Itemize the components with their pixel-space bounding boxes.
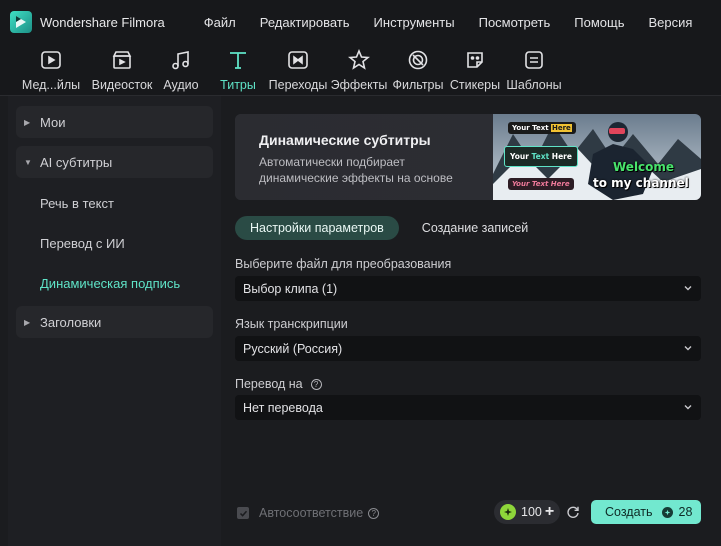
stickers-icon [464, 48, 486, 72]
menu-bar: Файл Редактировать Инструменты Посмотрет… [192, 15, 705, 30]
help-icon[interactable]: ? [310, 378, 322, 390]
banner-description: Автоматически подбирает динамические эфф… [259, 155, 453, 185]
tool-label: Переходы [268, 78, 328, 92]
caret-down-icon: ▼ [24, 157, 32, 167]
banner-channel-text: to my channel [593, 176, 689, 190]
sidebar-item-ai-translate[interactable]: Перевод с ИИ [40, 236, 125, 251]
chip-highlight: Text [531, 152, 550, 161]
tool-label: Титры [220, 78, 256, 92]
chevron-down-icon [684, 405, 692, 410]
tool-tab-titles[interactable]: Титры [219, 48, 257, 94]
filters-icon [407, 48, 429, 72]
audio-icon [170, 48, 192, 72]
translate-select[interactable]: Нет перевода [235, 395, 701, 420]
tool-tab-filters[interactable]: Фильтры [392, 48, 444, 94]
sidebar-item-mine[interactable]: ▶ Мои [16, 106, 213, 138]
create-button-label: Создать [605, 505, 653, 519]
tool-label: Фильтры [392, 78, 444, 92]
templates-icon [523, 48, 545, 72]
chip-highlight: Here [551, 124, 572, 132]
title-bar: Wondershare Filmora Файл Редактировать И… [0, 0, 721, 44]
credit-cost-icon [661, 506, 673, 518]
tool-tab-audio[interactable]: Аудио [163, 48, 199, 94]
file-label: Выберите файл для преобразования [235, 257, 452, 271]
tool-label: Мед...йлы [21, 78, 81, 92]
chip-text: Your [510, 152, 532, 161]
banner-title: Динамические субтитры [259, 132, 431, 148]
tool-label: Видеосток [91, 78, 153, 92]
chevron-down-icon [684, 286, 692, 291]
checkmark-icon [239, 510, 247, 517]
filmora-logo-icon [10, 11, 32, 33]
menu-tools[interactable]: Инструменты [362, 15, 467, 30]
tool-tab-templates[interactable]: Шаблоны [506, 48, 562, 94]
translate-label: Перевод на [235, 377, 303, 391]
create-cost: 28 [678, 505, 693, 519]
sidebar-item-speech-to-text[interactable]: Речь в текст [40, 196, 114, 211]
help-icon[interactable]: ? [368, 507, 380, 519]
chip-text: Here [549, 152, 572, 161]
panel-tabs: Настройки параметров Создание записей [235, 216, 543, 240]
language-label: Язык транскрипции [235, 317, 348, 331]
caption-style-chip: Your Text Here [508, 122, 576, 134]
clip-select[interactable]: Выбор клипа (1) [235, 276, 701, 301]
tab-records[interactable]: Создание записей [407, 216, 543, 240]
transitions-icon [287, 48, 309, 72]
media-icon [40, 48, 62, 72]
credits-badge[interactable]: 100 + [494, 500, 560, 524]
sidebar-item-ai-subtitles[interactable]: ▼ AI субтитры [16, 146, 213, 178]
caret-right-icon: ▶ [24, 117, 31, 127]
banner-preview-image: Your Text Here Your Text Here Your Text … [493, 114, 701, 200]
translate-label-row: Перевод на ? [235, 377, 322, 391]
panel-footer: Автосоответствие ? 100 + Создать 28 [221, 500, 721, 526]
tool-label: Стикеры [449, 78, 501, 92]
chevron-down-icon [684, 346, 692, 351]
sidebar: ▶ Мои ▼ AI субтитры Речь в текст Перевод… [8, 96, 221, 546]
caption-style-chip: Your Text Here [508, 178, 574, 190]
tool-tab-effects[interactable]: Эффекты [330, 48, 388, 94]
translate-select-value: Нет перевода [243, 400, 323, 415]
tool-label: Эффекты [330, 78, 388, 92]
tool-tab-stickers[interactable]: Стикеры [450, 48, 500, 94]
main-panel: Динамические субтитры Автоматически подб… [221, 96, 721, 546]
auto-match-label-row: Автосоответствие ? [259, 506, 380, 520]
auto-match-checkbox[interactable] [237, 507, 249, 519]
feature-banner[interactable]: Динамические субтитры Автоматически подб… [235, 114, 701, 200]
menu-version[interactable]: Версия [637, 15, 705, 30]
tool-tabs: Мед...йлы Видеосток Аудио Титры Переходы… [0, 44, 721, 96]
menu-file[interactable]: Файл [192, 15, 248, 30]
menu-help[interactable]: Помощь [562, 15, 636, 30]
tool-label: Шаблоны [506, 78, 562, 92]
credits-count: 100 [521, 505, 542, 519]
clip-select-value: Выбор клипа (1) [243, 281, 338, 296]
titles-icon [227, 48, 249, 72]
sidebar-item-label: Мои [40, 114, 66, 130]
sidebar-item-label: AI субтитры [40, 154, 113, 170]
menu-edit[interactable]: Редактировать [248, 15, 362, 30]
sidebar-item-headings[interactable]: ▶ Заголовки [16, 306, 213, 338]
stock-video-icon [111, 48, 133, 72]
tool-tab-stock-video[interactable]: Видеосток [92, 48, 152, 94]
caption-style-chip-selected: Your Text Here [504, 146, 578, 167]
app-title: Wondershare Filmora [40, 14, 165, 30]
effects-icon [348, 48, 370, 72]
refresh-icon[interactable] [566, 505, 580, 519]
auto-match-label: Автосоответствие [259, 506, 364, 520]
caret-right-icon: ▶ [24, 317, 31, 327]
add-credits-icon[interactable]: + [545, 503, 554, 521]
banner-welcome-text: Welcome [613, 160, 675, 174]
language-select-value: Русский (Россия) [243, 341, 343, 356]
credit-coin-icon [500, 504, 516, 520]
chip-text: Your Text [512, 124, 551, 132]
language-select[interactable]: Русский (Россия) [235, 336, 701, 361]
tool-label: Аудио [163, 78, 199, 92]
create-button[interactable]: Создать 28 [591, 500, 701, 524]
tool-tab-transitions[interactable]: Переходы [268, 48, 328, 94]
tool-tab-media[interactable]: Мед...йлы [22, 48, 80, 94]
sidebar-item-label: Заголовки [40, 314, 102, 330]
tab-params[interactable]: Настройки параметров [235, 216, 399, 240]
menu-view[interactable]: Посмотреть [467, 15, 563, 30]
sidebar-item-dynamic-caption[interactable]: Динамическая подпись [40, 276, 180, 291]
banner-text-area: Динамические субтитры Автоматически подб… [235, 114, 495, 200]
